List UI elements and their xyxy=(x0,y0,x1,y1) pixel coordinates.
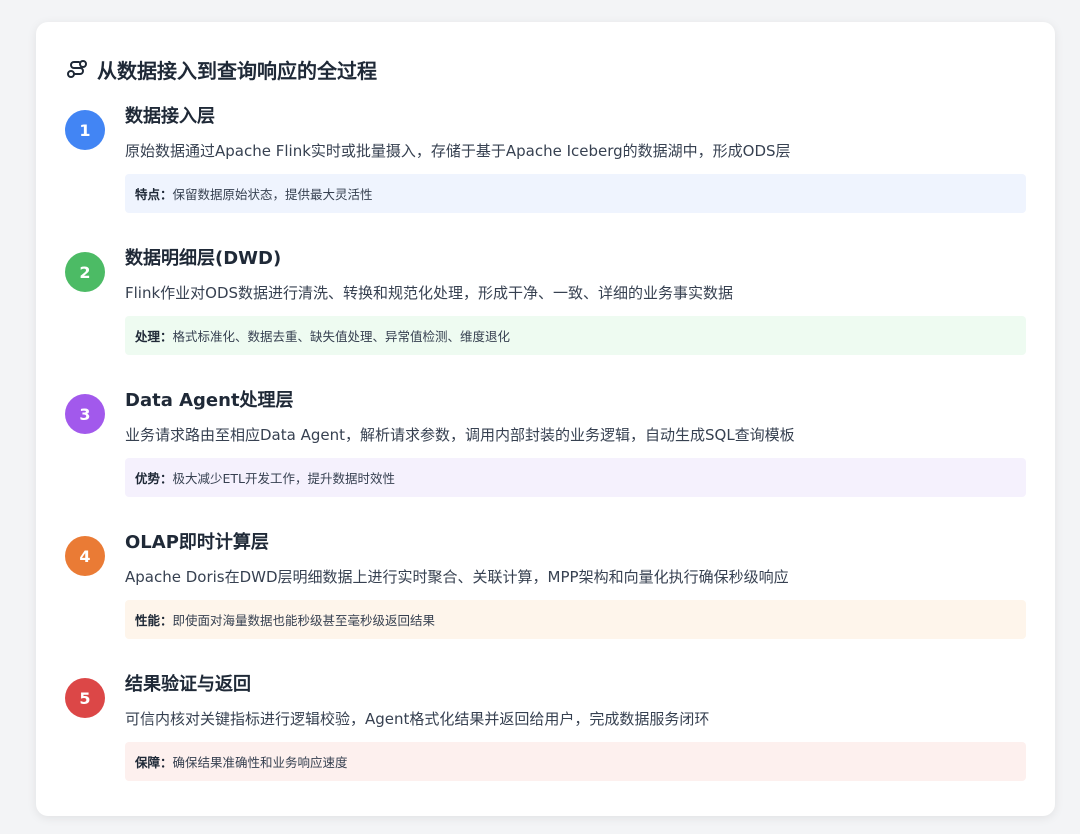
note-label: 优势： xyxy=(135,471,173,486)
card-title-text: 从数据接入到查询响应的全过程 xyxy=(97,58,377,83)
note-text: 即使面对海量数据也能秒级甚至毫秒级返回结果 xyxy=(172,613,436,628)
step-note: 优势： 极大减少ETL开发工作，提升数据时效性 xyxy=(125,458,1026,497)
step-title: 结果验证与返回 xyxy=(125,674,251,695)
step-note: 处理： 格式标准化、数据去重、缺失值处理、异常值检测、维度退化 xyxy=(125,316,1026,355)
step-5: 5 结果验证与返回 可信内核对关键指标进行逻辑校验，Agent格式化结果并返回给… xyxy=(65,674,1026,788)
step-number-badge: 2 xyxy=(65,252,105,292)
step-3: 3 Data Agent处理层 业务请求路由至相应Data Agent，解析请求… xyxy=(65,390,1026,504)
step-note: 特点： 保留数据原始状态，提供最大灵活性 xyxy=(125,174,1026,213)
process-card: 从数据接入到查询响应的全过程 1 数据接入层 原始数据通过Apache Flin… xyxy=(36,22,1055,816)
note-label: 特点： xyxy=(135,187,173,202)
note-text: 保留数据原始状态，提供最大灵活性 xyxy=(172,187,373,202)
note-label: 处理： xyxy=(135,329,173,344)
step-2: 2 数据明细层(DWD) Flink作业对ODS数据进行清洗、转换和规范化处理，… xyxy=(65,248,1026,362)
step-description: 原始数据通过Apache Flink实时或批量摄入，存储于基于Apache Ic… xyxy=(125,142,791,160)
step-description: 业务请求路由至相应Data Agent，解析请求参数，调用内部封装的业务逻辑，自… xyxy=(125,426,795,444)
step-title: 数据接入层 xyxy=(125,106,215,127)
note-text: 极大减少ETL开发工作，提升数据时效性 xyxy=(172,471,396,486)
step-number-badge: 3 xyxy=(65,394,105,434)
step-note: 保障： 确保结果准确性和业务响应速度 xyxy=(125,742,1026,781)
step-description: Flink作业对ODS数据进行清洗、转换和规范化处理，形成干净、一致、详细的业务… xyxy=(125,284,734,302)
note-text: 格式标准化、数据去重、缺失值处理、异常值检测、维度退化 xyxy=(172,329,511,344)
step-number-badge: 5 xyxy=(65,678,105,718)
step-title: Data Agent处理层 xyxy=(125,390,294,411)
step-note: 性能： 即使面对海量数据也能秒级甚至毫秒级返回结果 xyxy=(125,600,1026,639)
step-title: 数据明细层(DWD) xyxy=(125,248,282,269)
step-description: 可信内核对关键指标进行逻辑校验，Agent格式化结果并返回给用户，完成数据服务闭… xyxy=(125,710,710,728)
note-label: 性能： xyxy=(135,613,173,628)
step-description: Apache Doris在DWD层明细数据上进行实时聚合、关联计算，MPP架构和… xyxy=(125,568,789,586)
card-title: 从数据接入到查询响应的全过程 xyxy=(65,54,377,84)
step-1: 1 数据接入层 原始数据通过Apache Flink实时或批量摄入，存储于基于A… xyxy=(65,106,1026,220)
step-number-badge: 4 xyxy=(65,536,105,576)
note-text: 确保结果准确性和业务响应速度 xyxy=(172,755,348,770)
note-label: 保障： xyxy=(135,755,173,770)
step-number-badge: 1 xyxy=(65,110,105,150)
step-title: OLAP即时计算层 xyxy=(125,532,269,553)
route-icon xyxy=(65,57,89,81)
step-4: 4 OLAP即时计算层 Apache Doris在DWD层明细数据上进行实时聚合… xyxy=(65,532,1026,646)
